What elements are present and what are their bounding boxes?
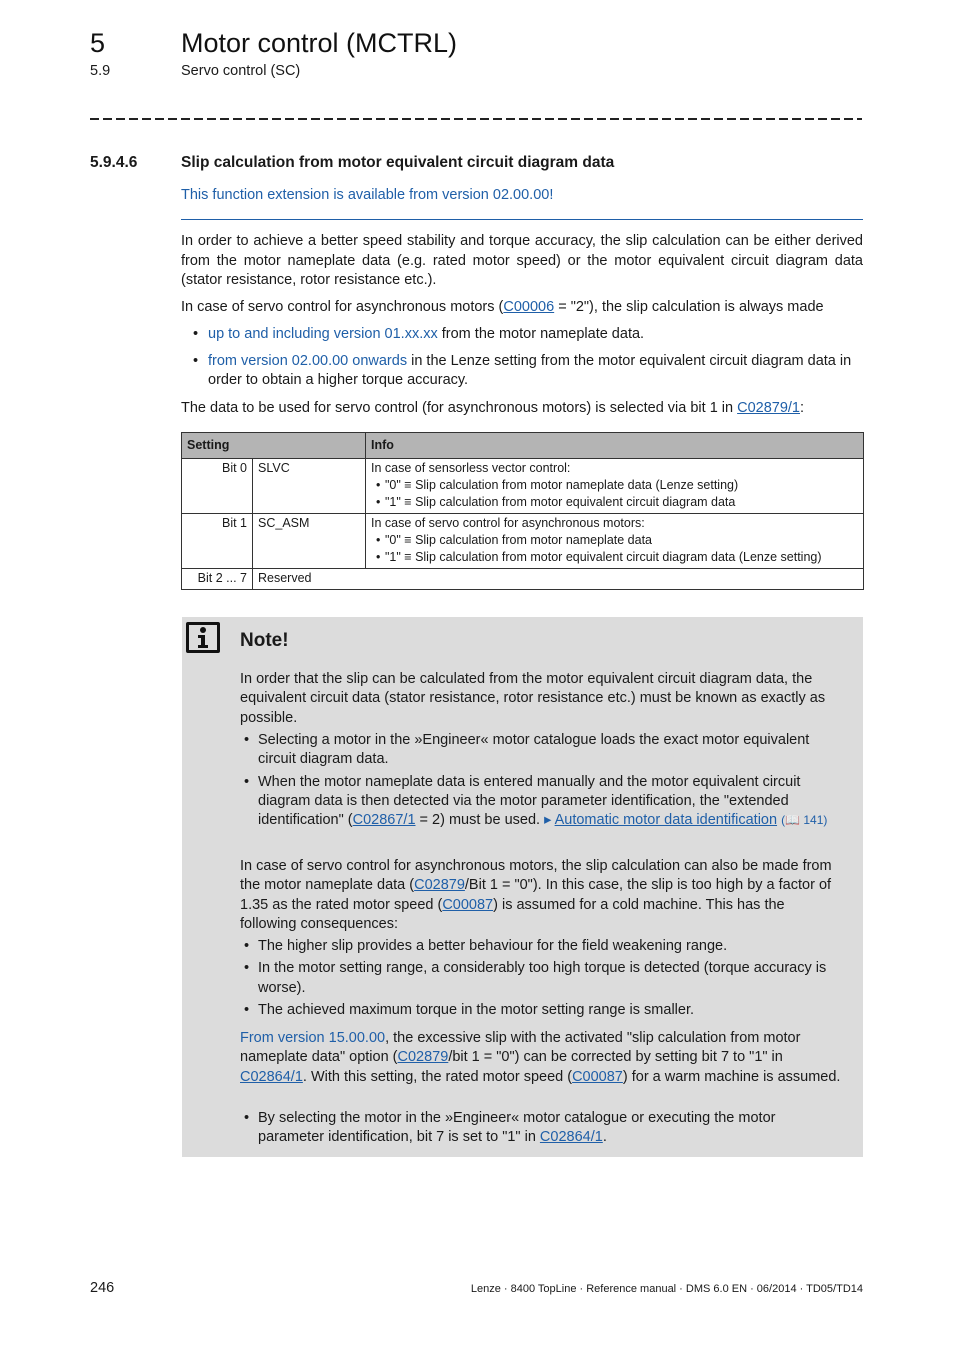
info-glyph-icon — [198, 627, 208, 648]
chapter-title: Motor control (MCTRL) — [181, 28, 458, 58]
note-consequences: The higher slip provides a better behavi… — [240, 937, 845, 1023]
note-bullets-3: By selecting the motor in the »Engineer«… — [240, 1109, 845, 1151]
header-info: Info — [365, 432, 864, 459]
availability-rule — [181, 219, 863, 220]
list-item: In the motor setting range, a considerab… — [240, 959, 845, 998]
intro-paragraph-2: In case of servo control for asynchronou… — [181, 299, 824, 315]
list-item: The higher slip provides a better behavi… — [240, 937, 845, 957]
page-number: 246 — [90, 1280, 115, 1296]
bit-cell: Bit 0 — [181, 458, 253, 514]
header-divider — [90, 118, 862, 120]
intro-paragraph-1: In order to achieve a better speed stabi… — [181, 233, 863, 288]
note-paragraph-1: In order that the slip can be calculated… — [240, 671, 826, 726]
link-c00087[interactable]: C00087 — [572, 1069, 623, 1085]
info-cell: In case of sensorless vector control: "0… — [365, 458, 864, 514]
footer-info: Lenze · 8400 TopLine · Reference manual … — [470, 1283, 863, 1295]
list-item: The achieved maximum torque in the motor… — [240, 1001, 845, 1021]
link-c02879[interactable]: C02879 — [414, 877, 465, 893]
note-box: Note! In order that the slip can be calc… — [182, 617, 863, 1157]
intro-paragraph-3: The data to be used for servo control (f… — [181, 400, 805, 416]
bit-cell: Bit 1 — [181, 513, 253, 569]
xref-arrow-icon: ▸ — [544, 812, 555, 829]
page-reference[interactable]: (📖 141) — [781, 813, 827, 827]
info-cell: In case of servo control for asynchronou… — [365, 513, 864, 569]
settings-table: Setting Info Bit 0 SLVC In case of senso… — [181, 432, 864, 590]
link-c02864-1[interactable]: C02864/1 — [540, 1129, 603, 1145]
chapter-number: 5 — [90, 28, 106, 58]
note-paragraph-3: From version 15.00.00, the excessive sli… — [240, 1030, 841, 1085]
table-header-row: Setting Info — [181, 432, 864, 459]
version-link[interactable]: up to and including version 01.xx.xx — [208, 326, 438, 342]
section-number: 5.9 — [90, 63, 111, 79]
name-cell: SC_ASM — [252, 513, 366, 569]
list-item: When the motor nameplate data is entered… — [240, 773, 845, 831]
list-item: By selecting the motor in the »Engineer«… — [240, 1109, 845, 1148]
info-icon — [186, 622, 220, 653]
link-c02867-1[interactable]: C02867/1 — [353, 812, 416, 828]
version-list: up to and including version 01.xx.xx fro… — [181, 325, 863, 398]
name-cell: SLVC — [252, 458, 366, 514]
section-title: Servo control (SC) — [181, 63, 301, 79]
list-item: from version 02.00.00 onwards in the Len… — [181, 352, 863, 391]
availability-notice: This function extension is available fro… — [181, 187, 554, 203]
table-row: Bit 2 ... 7 Reserved — [181, 568, 864, 590]
note-title: Note! — [240, 630, 289, 651]
table-row: Bit 0 SLVC In case of sensorless vector … — [181, 458, 864, 514]
link-c02879-1[interactable]: C02879/1 — [737, 400, 800, 416]
list-item: Selecting a motor in the »Engineer« moto… — [240, 731, 845, 770]
bit-cell: Bit 2 ... 7 — [181, 568, 253, 590]
link-c02864-1[interactable]: C02864/1 — [240, 1069, 303, 1085]
heading-number: 5.9.4.6 — [90, 154, 138, 171]
heading-title: Slip calculation from motor equivalent c… — [181, 154, 615, 171]
xref-automatic-motor-data-identification[interactable]: Automatic motor data identification — [555, 812, 777, 828]
version-link[interactable]: From version 15.00.00 — [240, 1030, 385, 1046]
link-c02879[interactable]: C02879 — [398, 1049, 449, 1065]
link-c00087[interactable]: C00087 — [442, 897, 493, 913]
note-paragraph-2: In case of servo control for asynchronou… — [240, 858, 832, 932]
note-bullets-1: Selecting a motor in the »Engineer« moto… — [240, 731, 845, 833]
list-item: up to and including version 01.xx.xx fro… — [181, 325, 863, 345]
header-setting: Setting — [181, 432, 366, 459]
table-row: Bit 1 SC_ASM In case of servo control fo… — [181, 513, 864, 569]
name-cell: Reserved — [252, 568, 864, 590]
link-c00006[interactable]: C00006 — [503, 299, 554, 315]
version-link[interactable]: from version 02.00.00 onwards — [208, 353, 407, 369]
